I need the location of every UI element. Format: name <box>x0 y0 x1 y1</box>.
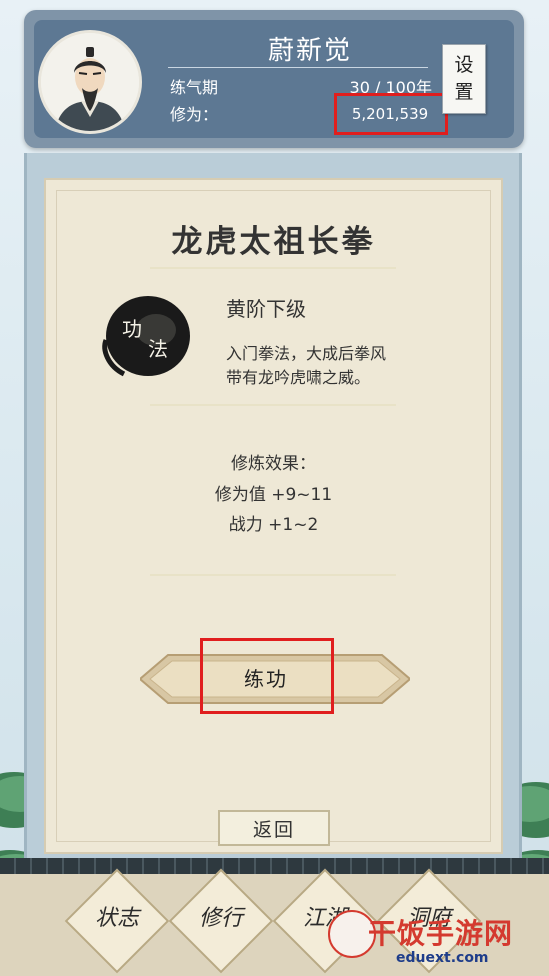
gongfa-seal-icon: 功 法 <box>102 296 190 377</box>
settings-char-1: 设 <box>454 54 474 76</box>
train-highlight-box <box>200 638 334 714</box>
skill-grade: 黄阶下级 <box>226 297 306 321</box>
cultivation-label: 修为： <box>170 105 219 124</box>
desc-divider <box>150 404 396 406</box>
nav-roof-tiles <box>0 858 549 874</box>
effect-title: 修炼效果： <box>231 454 316 474</box>
elder-portrait-icon <box>41 33 139 131</box>
seal-char-1: 功 <box>122 317 142 341</box>
effect-line-1: 修为值 +9~11 <box>214 485 333 505</box>
player-avatar[interactable] <box>38 30 142 134</box>
settings-button[interactable]: 设 置 <box>442 44 486 114</box>
effect-line-2: 战力 +1~2 <box>228 515 319 535</box>
skill-desc-line-1: 入门拳法，大成后拳风 <box>226 344 387 363</box>
watermark-url: eduext.com <box>396 950 489 966</box>
skill-desc-line-2: 带有龙吟虎啸之威。 <box>226 368 371 387</box>
name-divider <box>168 67 428 68</box>
title-divider <box>150 267 396 269</box>
watermark-text: 干饭手游网 <box>368 917 514 950</box>
player-name: 蔚新觉 <box>267 36 352 66</box>
effect-divider <box>150 574 396 576</box>
settings-char-2: 置 <box>454 81 474 103</box>
skill-title: 龙虎太祖长拳 <box>171 224 376 260</box>
nav-practice-label: 修行 <box>198 906 243 931</box>
skill-description: 入门拳法，大成后拳风 带有龙吟虎啸之威。 <box>226 342 426 390</box>
cultivation-highlight-box <box>334 93 448 135</box>
back-button[interactable]: 返回 <box>218 810 330 846</box>
realm-label: 练气期 <box>170 78 219 97</box>
seal-char-2: 法 <box>148 337 168 361</box>
nav-status-label: 状志 <box>94 906 139 931</box>
